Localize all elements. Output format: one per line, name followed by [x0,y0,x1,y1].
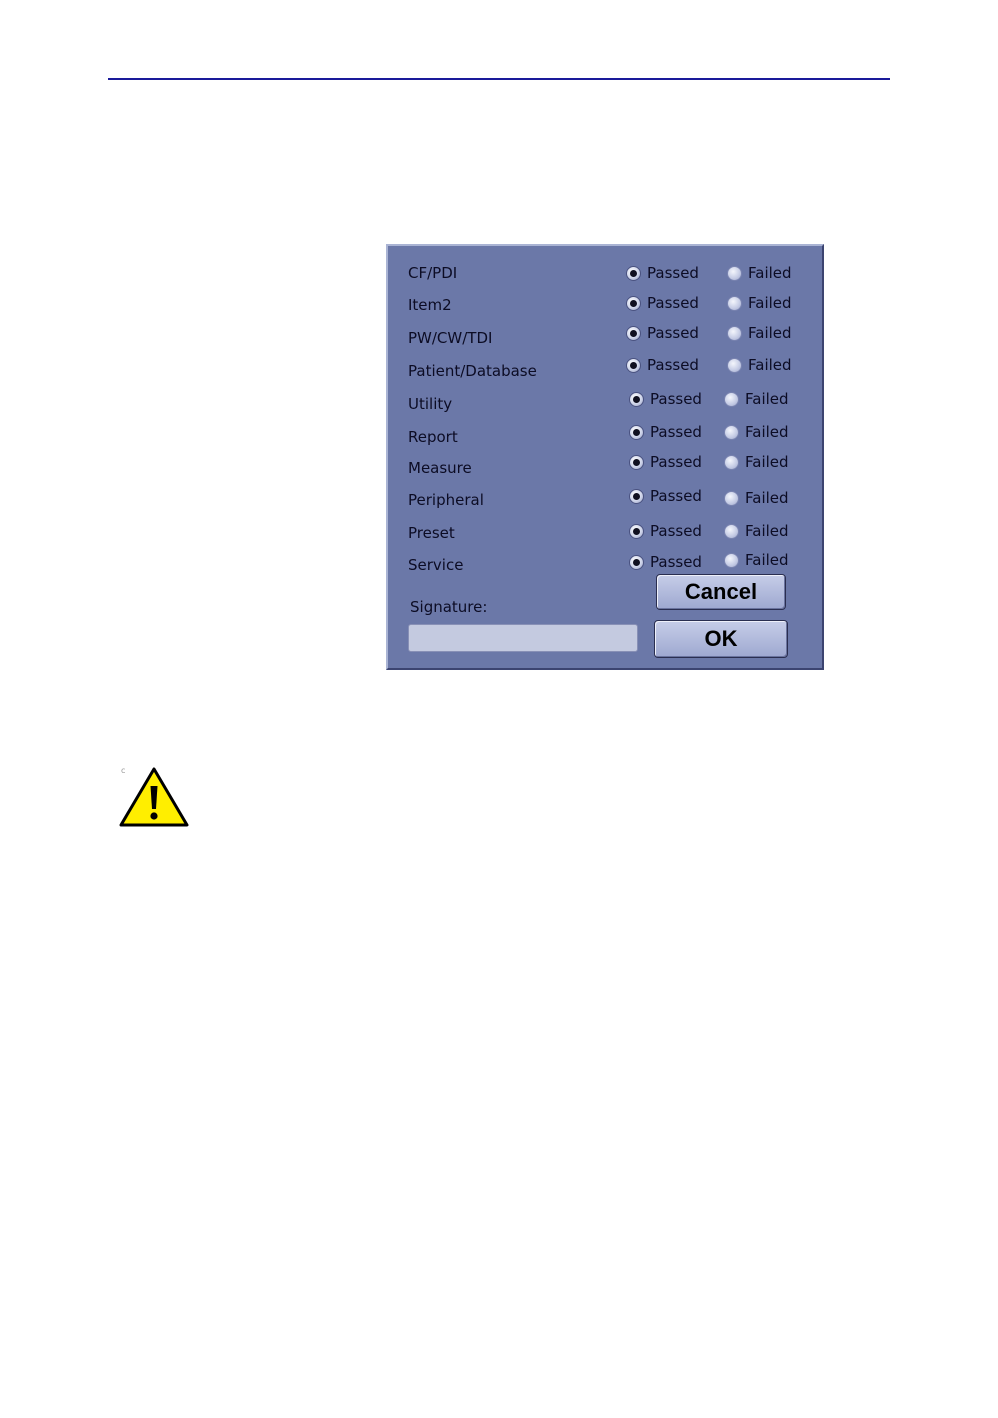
failed-label: Failed [748,294,792,312]
row-measure: Measure Passed Failed [388,449,822,477]
row-peripheral: Peripheral Passed Failed [388,483,822,509]
row-patient-database: Patient/Database Passed Failed [388,352,822,380]
radio-selected-icon [626,357,641,373]
passed-label: Passed [650,487,702,505]
passed-radio[interactable]: Passed [629,553,702,571]
radio-unselected-icon [727,325,742,341]
failed-label: Failed [748,324,792,342]
radio-unselected-icon [727,265,742,281]
header-rule [108,78,890,80]
ok-button[interactable]: OK [654,620,788,658]
failed-radio[interactable]: Failed [724,423,789,441]
radio-unselected-icon [724,391,739,407]
radio-selected-icon [626,295,641,311]
radio-selected-icon [629,391,644,407]
failed-label: Failed [745,390,789,408]
radio-selected-icon [629,424,644,440]
row-label: PW/CW/TDI [408,329,493,347]
row-pw-cw-tdi: PW/CW/TDI Passed Failed [388,320,822,347]
radio-unselected-icon [727,295,742,311]
failed-label: Failed [745,551,789,569]
radio-selected-icon [629,554,644,570]
radio-unselected-icon [724,490,739,506]
row-label: Measure [408,459,472,477]
row-utility: Utility Passed Failed [388,386,822,413]
failed-radio[interactable]: Failed [724,390,789,408]
row-label: Report [408,428,458,446]
passed-label: Passed [650,453,702,471]
row-label: Utility [408,395,453,413]
radio-unselected-icon [724,552,739,568]
passed-radio[interactable]: Passed [629,453,702,471]
test-results-dialog: CF/PDI Passed Failed Item2 Passed Failed… [386,244,824,670]
passed-radio[interactable]: Passed [629,423,702,441]
row-preset: Preset Passed Failed [388,518,822,542]
passed-radio[interactable]: Passed [626,294,699,312]
passed-radio[interactable]: Passed [629,390,702,408]
passed-radio[interactable]: Passed [626,264,699,282]
passed-radio[interactable]: Passed [629,522,702,540]
row-label: Peripheral [408,491,484,509]
passed-label: Passed [650,423,702,441]
failed-radio[interactable]: Failed [724,522,789,540]
radio-selected-icon [626,325,641,341]
failed-label: Failed [745,423,789,441]
row-label: Item2 [408,296,452,314]
row-label: Preset [408,524,455,542]
failed-label: Failed [748,356,792,374]
passed-label: Passed [650,390,702,408]
passed-label: Passed [647,264,699,282]
passed-label: Passed [650,553,702,571]
radio-unselected-icon [724,454,739,470]
radio-unselected-icon [727,357,742,373]
row-report: Report Passed Failed [388,419,822,446]
row-label: Service [408,556,464,574]
radio-unselected-icon [724,424,739,440]
failed-label: Failed [745,489,789,507]
passed-label: Passed [647,356,699,374]
passed-label: Passed [650,522,702,540]
failed-radio[interactable]: Failed [727,356,792,374]
failed-radio[interactable]: Failed [727,324,792,342]
radio-unselected-icon [724,523,739,539]
row-label: CF/PDI [408,264,458,282]
failed-radio[interactable]: Failed [727,264,792,282]
row-label: Patient/Database [408,362,537,380]
failed-label: Failed [748,264,792,282]
failed-label: Failed [745,453,789,471]
passed-radio[interactable]: Passed [629,487,702,505]
failed-radio[interactable]: Failed [724,489,789,507]
passed-label: Passed [647,294,699,312]
row-service: Service Passed Failed [388,548,822,574]
signature-label: Signature: [410,598,488,616]
radio-selected-icon [629,488,644,504]
radio-selected-icon [626,265,641,281]
row-cf-pdi: CF/PDI Passed Failed [388,260,822,284]
cancel-button[interactable]: Cancel [656,574,786,610]
passed-radio[interactable]: Passed [626,356,699,374]
failed-label: Failed [745,522,789,540]
failed-radio[interactable]: Failed [727,294,792,312]
passed-radio[interactable]: Passed [626,324,699,342]
passed-label: Passed [647,324,699,342]
row-item2: Item2 Passed Failed [388,290,822,314]
failed-radio[interactable]: Failed [724,551,789,569]
signature-input[interactable] [408,624,638,652]
radio-selected-icon [629,523,644,539]
failed-radio[interactable]: Failed [724,453,789,471]
radio-selected-icon [629,454,644,470]
caution-triangle-icon [119,767,189,827]
